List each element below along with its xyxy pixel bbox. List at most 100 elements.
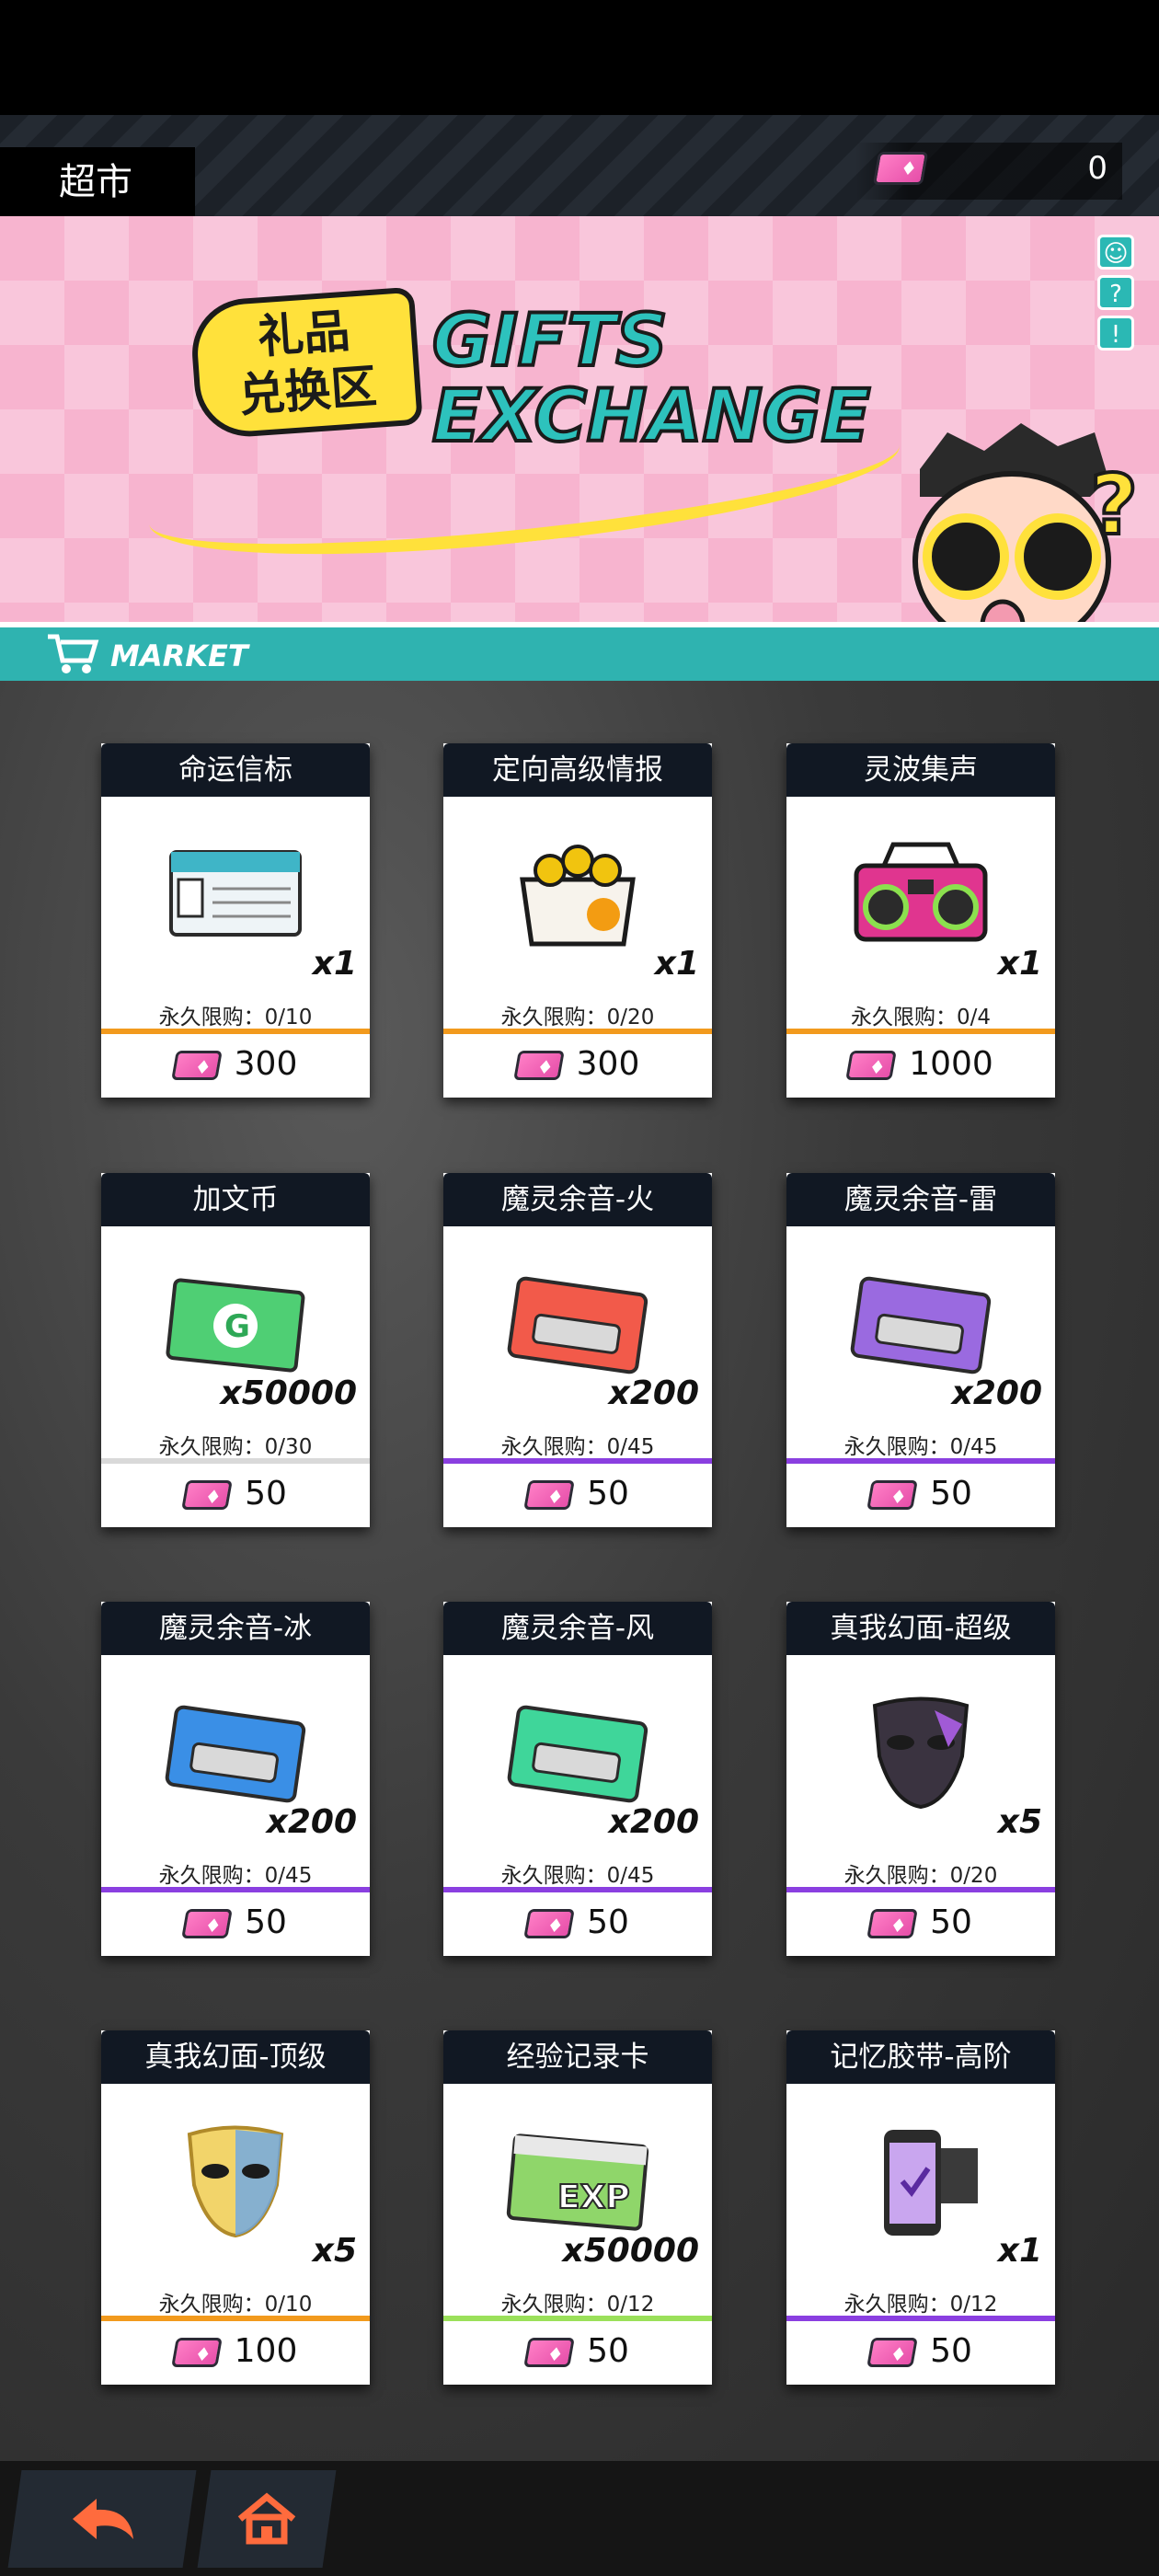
item-name: 魔灵余音-风 (443, 1602, 712, 1655)
banner-cn-title: 礼品 兑换区 (236, 304, 379, 423)
item-visual-area: x1 (443, 797, 712, 999)
item-rarity-bar (101, 1029, 370, 1034)
item-price-value: 300 (234, 1045, 298, 1083)
item-visual-area: x1 (786, 797, 1055, 999)
item-purchase-limit: 永久限购：0/20 (500, 1006, 655, 1029)
item-price[interactable]: 50 (443, 1896, 712, 1949)
item-visual-area: x5 (786, 1655, 1055, 1857)
item-price[interactable]: 50 (443, 2325, 712, 2378)
shop-grid: 命运信标 x1 永久限购：0/10 300 定向高级情报 x1 永久限购：0/20 300 灵波… (0, 681, 1159, 2461)
shop-item-card[interactable]: 魔灵余音-火 x200 永久限购：0/45 50 (443, 1173, 712, 1527)
currency-amount: 0 (1087, 150, 1107, 187)
shop-item-card[interactable]: 定向高级情报 x1 永久限购：0/20 300 (443, 743, 712, 1098)
item-price-value: 50 (587, 1475, 629, 1512)
boombox-icon (854, 842, 988, 942)
cassette-fire-icon (507, 1276, 648, 1374)
item-name: 记忆胶带-高阶 (786, 2030, 1055, 2084)
item-rarity-bar (443, 1458, 712, 1464)
ticket-currency-icon (181, 1909, 233, 1938)
item-name: 经验记录卡 (443, 2030, 712, 2084)
item-rarity-bar (101, 2316, 370, 2321)
dark-mask-icon (872, 1696, 970, 1810)
help-icon[interactable]: ? (1097, 275, 1134, 310)
home-button[interactable] (197, 2470, 337, 2568)
item-name: 真我幻面-超级 (786, 1602, 1055, 1655)
item-price[interactable]: 50 (101, 1896, 370, 1949)
item-quantity: x1 (312, 945, 357, 983)
ticket-currency-icon (872, 152, 929, 185)
item-quantity: x1 (997, 2232, 1042, 2270)
item-price[interactable]: 100 (101, 2325, 370, 2378)
shop-item-card[interactable]: 命运信标 x1 永久限购：0/10 300 (101, 743, 370, 1098)
item-price[interactable]: 300 (101, 1038, 370, 1091)
ticket-currency-icon (170, 2338, 223, 2367)
shop-item-card[interactable]: 经验记录卡 EXP x50000 永久限购：0/12 50 (443, 2030, 712, 2385)
item-price[interactable]: 50 (443, 1467, 712, 1521)
item-price-value: 50 (930, 1475, 972, 1512)
header-bar: 超市 0 (0, 115, 1159, 217)
item-price-value: 50 (245, 1475, 287, 1512)
item-visual-area: Gx50000 (101, 1226, 370, 1429)
back-arrow-icon (73, 2499, 133, 2539)
item-purchase-limit: 永久限购：0/12 (843, 2293, 998, 2317)
ticket-currency-icon (845, 1051, 898, 1080)
shop-item-card[interactable]: 加文币Gx50000 永久限购：0/30 50 (101, 1173, 370, 1527)
item-price[interactable]: 50 (786, 1896, 1055, 1949)
item-quantity: x200 (951, 1374, 1042, 1412)
page-title: 超市 (0, 147, 195, 217)
item-price[interactable]: 1000 (786, 1038, 1055, 1091)
back-button[interactable] (7, 2470, 197, 2568)
home-icon (237, 2492, 296, 2545)
shop-item-card[interactable]: 灵波集声 x1 永久限购：0/4 1000 (786, 743, 1055, 1098)
memory-film-icon (884, 2130, 978, 2236)
item-quantity: x200 (608, 1803, 699, 1841)
item-quantity: x1 (997, 945, 1042, 983)
item-purchase-limit: 永久限购：0/10 (158, 2293, 313, 2317)
shop-item-card[interactable]: 真我幻面-顶级 x5 永久限购：0/10 100 (101, 2030, 370, 2385)
item-visual-area: x1 (786, 2084, 1055, 2286)
item-visual-area: x1 (101, 797, 370, 999)
item-purchase-limit: 永久限购：0/45 (158, 1864, 313, 1888)
shop-item-card[interactable]: 真我幻面-超级 x5 永久限购：0/20 50 (786, 1602, 1055, 1956)
ticket-currency-icon (866, 1909, 918, 1938)
alert-icon[interactable]: ! (1097, 316, 1134, 351)
banner-strip: MARKET (0, 622, 1159, 681)
item-quantity: x50000 (562, 2232, 699, 2270)
item-purchase-limit: 永久限购：0/4 (850, 1006, 991, 1029)
shop-item-card[interactable]: 魔灵余音-雷 x200 永久限购：0/45 50 (786, 1173, 1055, 1527)
ticket-currency-icon (866, 1480, 918, 1510)
item-quantity: x1 (654, 945, 699, 983)
shop-item-card[interactable]: 魔灵余音-冰 x200 永久限购：0/45 50 (101, 1602, 370, 1956)
cassette-wind-icon (507, 1705, 648, 1803)
item-rarity-bar (443, 1887, 712, 1892)
item-rarity-bar (443, 1029, 712, 1034)
item-price[interactable]: 300 (443, 1038, 712, 1091)
currency-display[interactable]: 0 (855, 143, 1122, 200)
item-purchase-limit: 永久限购：0/45 (500, 1864, 655, 1888)
item-visual-area: x200 (443, 1226, 712, 1429)
item-price[interactable]: 50 (786, 2325, 1055, 2378)
item-name: 定向高级情报 (443, 743, 712, 797)
status-bar (0, 0, 1159, 115)
item-rarity-bar (786, 1029, 1055, 1034)
item-name: 命运信标 (101, 743, 370, 797)
item-price[interactable]: 50 (101, 1467, 370, 1521)
exp-card-icon: EXP (506, 2133, 649, 2231)
item-purchase-limit: 永久限购：0/30 (158, 1435, 313, 1459)
ticket-card-icon (169, 850, 302, 937)
rabbit-icon[interactable]: ☺ (1097, 235, 1134, 270)
ticket-currency-icon (170, 1051, 223, 1080)
item-rarity-bar (101, 1887, 370, 1892)
item-price-value: 100 (234, 2332, 298, 2370)
item-name: 加文币 (101, 1173, 370, 1226)
gold-mask-icon (187, 2125, 284, 2238)
green-card-icon: G (166, 1278, 305, 1373)
item-name: 魔灵余音-雷 (786, 1173, 1055, 1226)
item-price[interactable]: 50 (786, 1467, 1055, 1521)
item-price-value: 50 (930, 2332, 972, 2370)
shop-item-card[interactable]: 魔灵余音-风 x200 永久限购：0/45 50 (443, 1602, 712, 1956)
shop-item-card[interactable]: 记忆胶带-高阶 x1 永久限购：0/12 50 (786, 2030, 1055, 2385)
ticket-currency-icon (181, 1480, 233, 1510)
item-visual-area: x5 (101, 2084, 370, 2286)
item-rarity-bar (101, 1458, 370, 1464)
